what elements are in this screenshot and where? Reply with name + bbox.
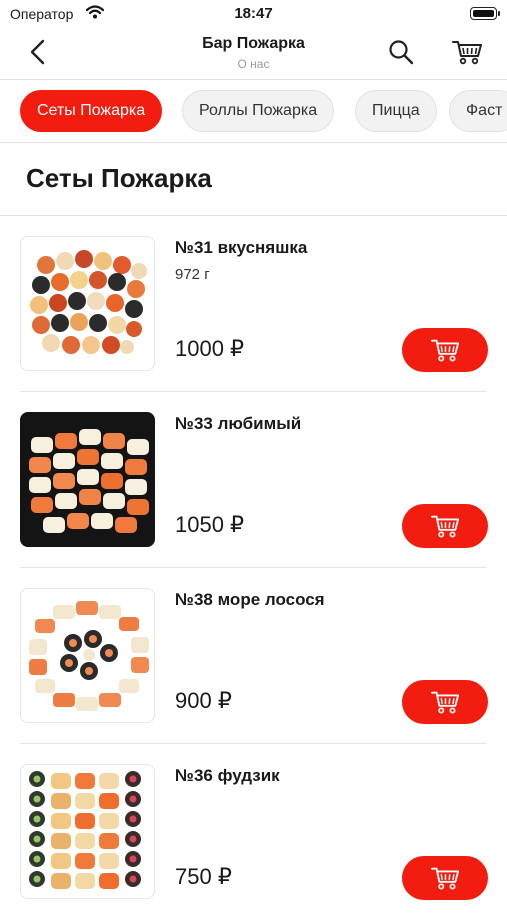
product-card[interactable]: №33 любимый 1050 ₽	[0, 392, 507, 568]
cart-icon	[430, 339, 460, 362]
category-chip-sets[interactable]: Сеты Пожарка	[20, 90, 163, 132]
category-chip-fast[interactable]: Фаст	[449, 90, 507, 132]
product-price: 900 ₽	[175, 688, 232, 713]
battery-icon	[470, 7, 500, 20]
cart-icon	[430, 691, 460, 714]
add-to-cart-button[interactable]	[402, 680, 488, 724]
product-image	[20, 764, 155, 899]
product-name: №38 море лосося	[175, 590, 325, 609]
product-weight: 972 г	[175, 266, 210, 283]
add-to-cart-button[interactable]	[402, 504, 488, 548]
cart-icon[interactable]	[451, 38, 483, 66]
product-card[interactable]: №31 вкусняшка 972 г 1000 ₽	[0, 216, 507, 392]
product-card[interactable]: №36 фудзик 750 ₽	[0, 744, 507, 920]
cart-icon	[430, 515, 460, 538]
category-chip-pizza[interactable]: Пицца	[355, 90, 437, 132]
product-price: 1050 ₽	[175, 512, 245, 537]
clock: 18:47	[234, 5, 273, 22]
status-bar: Оператор 18:47	[0, 0, 507, 28]
cart-icon	[430, 867, 460, 890]
add-to-cart-button[interactable]	[402, 328, 488, 372]
product-price: 750 ₽	[175, 864, 232, 889]
product-name: №31 вкусняшка	[175, 238, 308, 257]
add-to-cart-button[interactable]	[402, 856, 488, 900]
product-image	[20, 588, 155, 723]
product-name: №36 фудзик	[175, 766, 280, 785]
about-link[interactable]: О нас	[0, 57, 507, 71]
category-tabs: Сеты Пожарка Роллы Пожарка Пицца Фаст	[0, 80, 507, 143]
section-title: Сеты Пожарка	[26, 163, 212, 193]
product-name: №33 любимый	[175, 414, 302, 433]
search-icon[interactable]	[388, 39, 414, 65]
navigation-bar: Бар Пожарка О нас	[0, 28, 507, 80]
product-image	[20, 412, 155, 547]
page-title: Бар Пожарка	[202, 35, 305, 52]
product-card[interactable]: №38 море лосося 900 ₽	[0, 568, 507, 744]
category-chip-rolls[interactable]: Роллы Пожарка	[182, 90, 335, 132]
product-image	[20, 236, 155, 371]
product-price: 1000 ₽	[175, 336, 245, 361]
